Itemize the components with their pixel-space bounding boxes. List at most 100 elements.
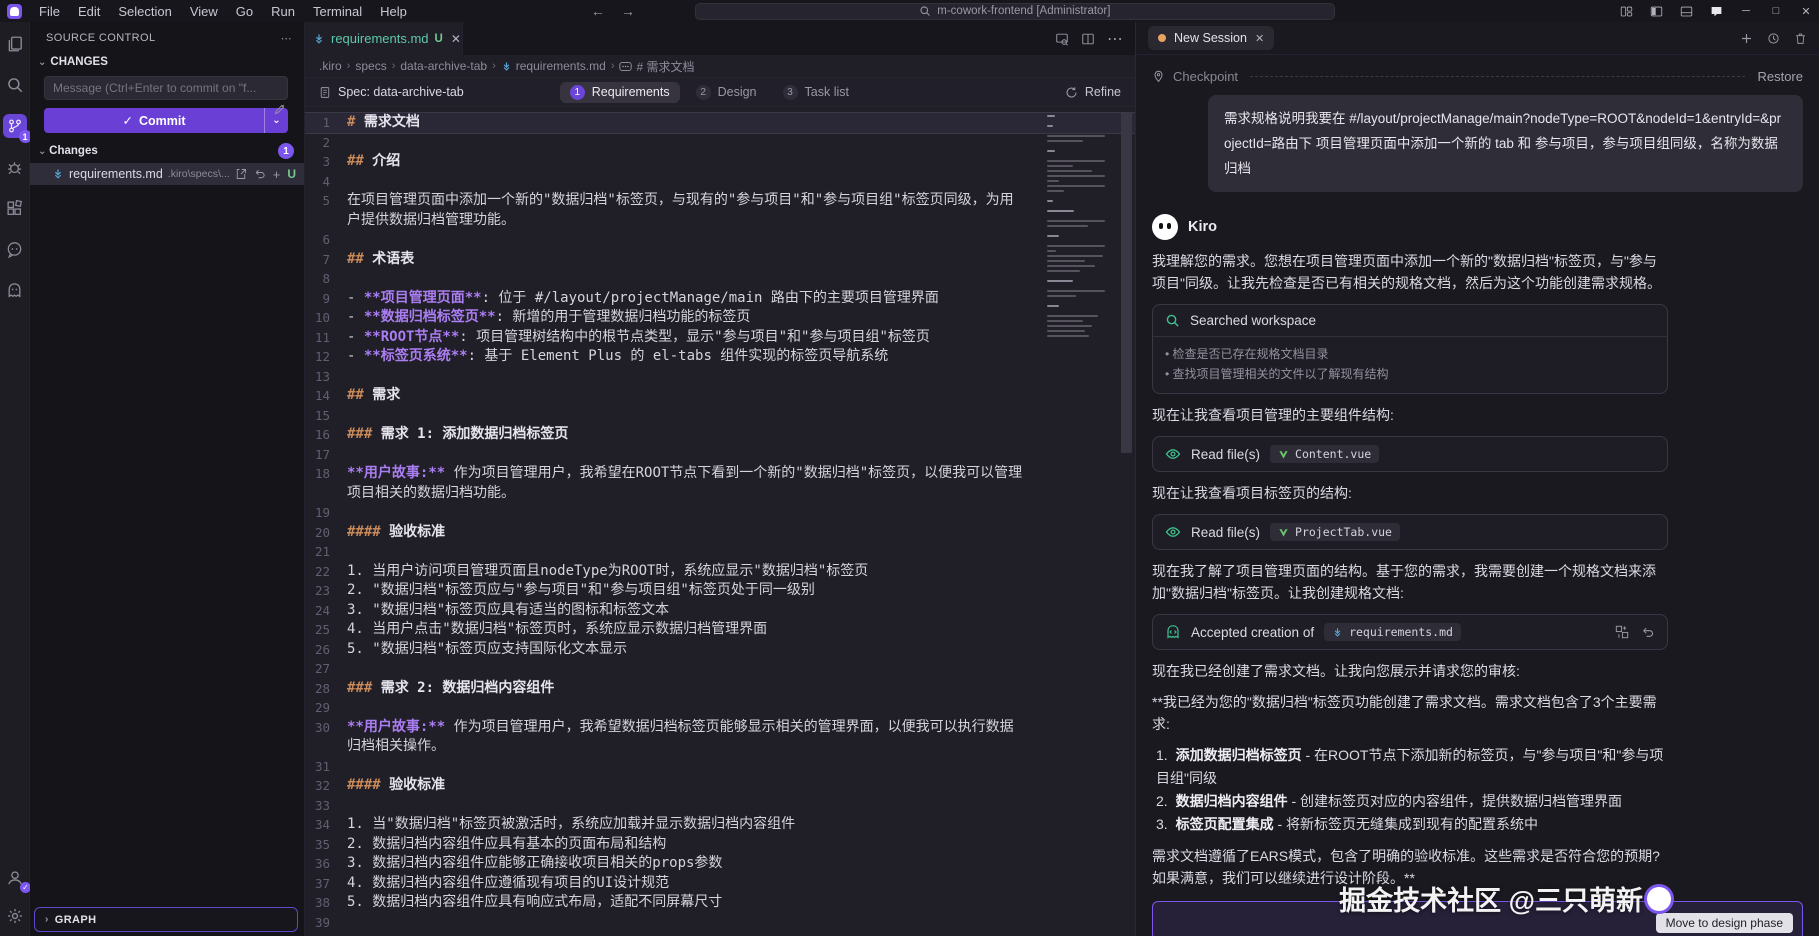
activity-source-control-icon[interactable]: 1 — [2, 114, 32, 143]
editor-scrollbar[interactable] — [1121, 113, 1132, 453]
undo-icon[interactable] — [1641, 625, 1655, 639]
command-center-search[interactable]: m-cowork-frontend [Administrator] — [694, 2, 1335, 20]
account-icon[interactable]: ✓ — [3, 866, 31, 893]
more-actions-icon[interactable]: ⋯ — [1107, 29, 1123, 49]
breadcrumb-item[interactable]: .kiro — [319, 59, 342, 73]
tool-card-header[interactable]: Read file(s) Content.vue — [1153, 437, 1667, 471]
file-chip[interactable]: Content.vue — [1270, 445, 1380, 463]
breadcrumb-item[interactable]: data-archive-tab — [400, 59, 487, 73]
close-button[interactable]: ✕ — [1793, 0, 1819, 22]
minimap-line — [1047, 140, 1083, 142]
spec-tab-design[interactable]: 2 Design — [686, 82, 767, 103]
tool-bullet: • 检查是否已存在规格文档目录 — [1165, 347, 1329, 361]
settings-gear-icon[interactable] — [3, 904, 27, 928]
maximize-button[interactable]: □ — [1763, 0, 1789, 22]
activity-debug-icon[interactable] — [3, 155, 27, 179]
menu-item-help[interactable]: Help — [371, 0, 416, 22]
spec-tab-task-list[interactable]: 3 Task list — [773, 82, 859, 103]
menu-item-edit[interactable]: Edit — [69, 0, 109, 22]
activity-comments-icon[interactable] — [3, 237, 27, 261]
open-file-icon[interactable] — [235, 168, 247, 180]
md-heading-text: 验收标准 — [389, 523, 446, 540]
menu-item-go[interactable]: Go — [227, 0, 262, 22]
activity-extensions-icon[interactable] — [3, 196, 27, 220]
minimize-button[interactable]: ─ — [1733, 0, 1759, 22]
history-forward-icon[interactable]: → — [621, 3, 635, 19]
list-item: 1. 添加数据归档标签页 - 在ROOT节点下添加新的标签页，与"参与项目"和"… — [1156, 747, 1664, 786]
minimap-line — [1047, 150, 1055, 152]
menu-item-view[interactable]: View — [181, 0, 227, 22]
menu-item-run[interactable]: Run — [262, 0, 304, 22]
changed-file-row[interactable]: requirements.md .kiro\specs\... + U — [30, 163, 304, 185]
menu-item-file[interactable]: File — [30, 0, 69, 22]
file-chip[interactable]: requirements.md — [1324, 623, 1461, 641]
tool-card-header[interactable]: Accepted creation of requirements.md — [1153, 615, 1667, 649]
breadcrumb-item[interactable]: requirements.md — [501, 59, 606, 73]
line-content — [347, 230, 1135, 250]
close-session-icon[interactable]: ✕ — [1255, 32, 1264, 45]
graph-section-header[interactable]: › GRAPH — [34, 907, 298, 932]
sidebar-more-icon[interactable]: ⋯ — [281, 32, 292, 45]
discard-changes-icon[interactable] — [254, 168, 266, 180]
line-content: ## 术语表 — [347, 250, 1135, 270]
session-tab[interactable]: New Session ✕ — [1148, 26, 1275, 50]
watermark-dot — [1647, 886, 1671, 911]
line-content: ## 介绍 — [347, 152, 1135, 172]
history-icon[interactable] — [1767, 32, 1780, 45]
customize-layout-icon[interactable] — [1613, 0, 1639, 22]
changes-section-header[interactable]: ⌄ CHANGES — [30, 54, 304, 70]
new-session-icon[interactable] — [1740, 32, 1753, 45]
commit-button[interactable]: ✓ Commit ⌄ — [44, 108, 288, 133]
split-editor-icon[interactable] — [1081, 32, 1095, 46]
toggle-sidebar-icon[interactable] — [1643, 0, 1669, 22]
history-back-icon[interactable]: ← — [591, 3, 605, 19]
line-content: ## 需求 — [347, 386, 1135, 406]
minimap-line — [1047, 255, 1103, 257]
md-heading-marker: #### — [347, 777, 390, 793]
line-number: 31 — [314, 758, 330, 774]
file-chip[interactable]: ProjectTab.vue — [1270, 523, 1400, 541]
tab-requirements-md[interactable]: requirements.md U ✕ — [305, 22, 463, 55]
move-to-design-phase-button[interactable]: Move to design phase — [1655, 913, 1793, 933]
vue-file-icon — [1278, 527, 1289, 538]
breadcrumb-item[interactable]: # 需求文档 — [619, 58, 695, 75]
diff-icon[interactable] — [1615, 625, 1629, 639]
tool-card-header[interactable]: Searched workspace — [1153, 305, 1667, 336]
delete-session-icon[interactable] — [1794, 32, 1807, 45]
menu-item-selection[interactable]: Selection — [109, 0, 180, 22]
generate-message-icon[interactable] — [273, 103, 286, 116]
line-number: 24 — [314, 602, 330, 618]
minimap-line — [1047, 290, 1105, 292]
spec-tab-requirements[interactable]: 1 Requirements — [559, 81, 680, 103]
line-content: #### 验收标准 — [347, 523, 1135, 543]
line-number: 9 — [322, 290, 330, 306]
toggle-chat-icon[interactable] — [1703, 0, 1729, 22]
file-chip-label: requirements.md — [1349, 625, 1453, 639]
symbol-string-icon — [619, 61, 633, 72]
menu-item-terminal[interactable]: Terminal — [304, 0, 371, 22]
close-tab-icon[interactable]: ✕ — [451, 32, 461, 46]
create-icon — [1165, 624, 1181, 640]
md-bold-text: **用户故事:** — [347, 718, 446, 735]
tool-card-body: • 检查是否已存在规格文档目录 • 查找项目管理相关的文件以了解现有结构 — [1153, 336, 1667, 393]
editor-line: 18 **用户故事:** 作为项目管理用户，我希望在ROOT节点下看到一个新的"数… — [305, 464, 1135, 503]
open-preview-icon[interactable] — [1055, 32, 1069, 46]
toggle-panel-icon[interactable] — [1673, 0, 1699, 22]
restore-button[interactable]: Restore — [1757, 69, 1803, 84]
editor-line: 3 ## 介绍 — [305, 152, 1135, 172]
refine-button[interactable]: Refine — [1065, 85, 1121, 99]
stage-changes-icon[interactable]: + — [273, 167, 281, 182]
editor-line: 21 — [305, 542, 1135, 562]
editor-line: 11 - **ROOT节点**: 项目管理树结构中的根节点类型，显示"参与项目"和… — [305, 328, 1135, 348]
changes-tree-header[interactable]: ⌄ Changes 1 — [30, 141, 304, 161]
code-area[interactable]: 1 # 需求文档 2 3 ## 介绍 4 5 在项目管理页面中添加一个新的"数据归档"标签页，… — [305, 107, 1135, 936]
activity-explorer-icon[interactable] — [3, 32, 27, 56]
breadcrumb-item[interactable]: specs — [355, 59, 386, 73]
tool-card-header[interactable]: Read file(s) ProjectTab.vue — [1153, 515, 1667, 549]
commit-message-input[interactable] — [44, 76, 288, 100]
activity-kiro-agent-icon[interactable] — [3, 278, 27, 302]
minimap[interactable] — [1047, 115, 1109, 345]
refresh-icon — [1065, 86, 1078, 99]
activity-search-icon[interactable] — [3, 73, 27, 97]
line-number: 21 — [314, 544, 330, 559]
